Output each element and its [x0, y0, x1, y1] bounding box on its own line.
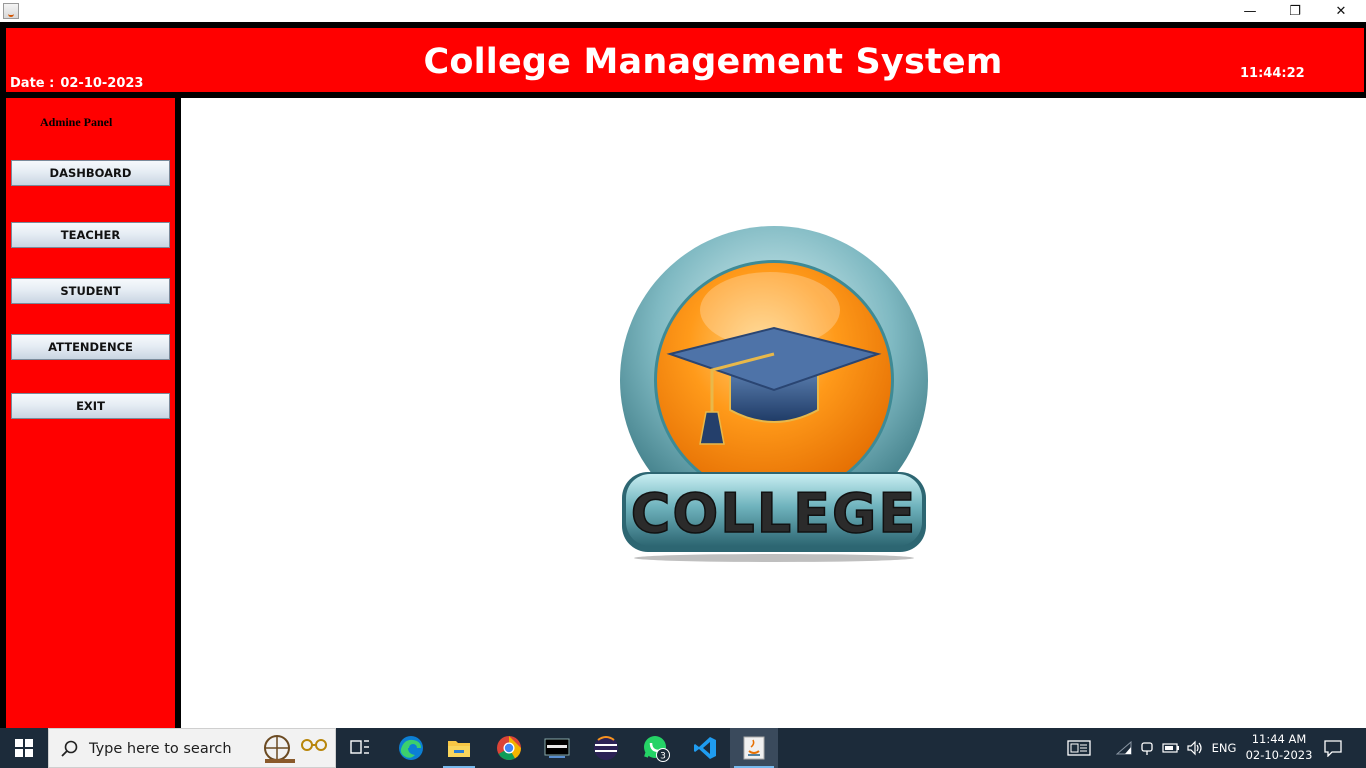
clock-display: 11:44:22 — [1240, 66, 1305, 81]
taskbar-clock[interactable]: 11:44 AM 02-10-2023 — [1240, 731, 1318, 763]
battery-tray[interactable] — [1160, 728, 1182, 768]
taskbar-java-app[interactable] — [730, 728, 778, 768]
camera-icon — [1141, 742, 1153, 755]
restore-button[interactable]: ❐ — [1272, 0, 1318, 22]
language-indicator[interactable]: ENG — [1208, 728, 1240, 768]
main-content: COLLEGE — [181, 98, 1366, 728]
start-button[interactable] — [0, 728, 48, 768]
mysql-workbench-icon — [544, 738, 570, 758]
teacher-button[interactable]: TEACHER — [11, 222, 170, 248]
notification-icon — [1324, 740, 1342, 757]
taskbar-eclipse[interactable] — [582, 728, 630, 768]
speaker-icon — [1187, 740, 1202, 756]
taskbar-edge[interactable] — [387, 728, 435, 768]
student-button[interactable]: STUDENT — [11, 278, 170, 304]
news-icon — [1067, 740, 1091, 756]
attendence-button[interactable]: ATTENDENCE — [11, 334, 170, 360]
date-display: Date : 02-10-2023 — [10, 76, 143, 91]
windows-taskbar: Type here to search 3 ENG 11:44 AM 02-10… — [0, 728, 1366, 768]
vscode-icon — [694, 737, 716, 759]
panel-label: Admine Panel — [40, 115, 113, 129]
minimize-button[interactable]: — — [1227, 0, 1273, 22]
volume-tray[interactable] — [1184, 728, 1206, 768]
taskbar-search-box[interactable]: Type here to search — [48, 728, 336, 768]
taskbar-vscode[interactable] — [681, 728, 729, 768]
header-bar: College Management System Date : 02-10-20… — [6, 28, 1364, 92]
edge-icon — [399, 736, 423, 760]
eclipse-icon — [594, 736, 618, 760]
java-icon — [743, 736, 765, 760]
admin-sidebar: Admine Panel DASHBOARD TEACHER STUDENT A… — [6, 98, 175, 728]
task-view-button[interactable] — [336, 728, 384, 768]
search-icon — [61, 740, 78, 757]
search-placeholder: Type here to search — [89, 741, 232, 757]
battery-icon — [1162, 743, 1179, 753]
whatsapp-icon: 3 — [644, 736, 670, 762]
meet-now-tray[interactable] — [1137, 728, 1157, 768]
app-frame: College Management System Date : 02-10-20… — [0, 22, 1366, 728]
window-titlebar: — ❐ ✕ — [0, 0, 1366, 22]
exit-button[interactable]: EXIT — [11, 393, 170, 419]
taskbar-time: 11:44 AM — [1251, 732, 1307, 746]
news-widget-button[interactable] — [1062, 728, 1096, 768]
wifi-icon — [1116, 741, 1132, 755]
app-title: College Management System — [423, 42, 1003, 82]
java-app-icon — [3, 3, 19, 19]
charkha-glasses-doodle-icon[interactable] — [261, 733, 331, 765]
logo-shadow — [634, 554, 914, 562]
network-tray[interactable] — [1114, 728, 1134, 768]
taskbar-mysql-workbench[interactable] — [533, 728, 581, 768]
notifications-button[interactable] — [1318, 728, 1348, 768]
whatsapp-badge: 3 — [660, 752, 666, 762]
close-button[interactable]: ✕ — [1318, 0, 1364, 22]
task-view-icon — [350, 740, 369, 754]
dashboard-button[interactable]: DASHBOARD — [11, 160, 170, 186]
logo-text: COLLEGE — [631, 482, 917, 545]
taskbar-whatsapp[interactable]: 3 — [632, 728, 680, 768]
windows-logo-icon — [15, 739, 33, 757]
chrome-icon — [497, 736, 521, 761]
college-logo: COLLEGE — [620, 226, 928, 562]
taskbar-date: 02-10-2023 — [1245, 748, 1313, 762]
date-label: Date : — [10, 76, 55, 91]
folder-icon — [448, 741, 470, 757]
taskbar-file-explorer[interactable] — [435, 728, 483, 768]
date-value: 02-10-2023 — [60, 76, 144, 91]
taskbar-chrome[interactable] — [485, 728, 533, 768]
